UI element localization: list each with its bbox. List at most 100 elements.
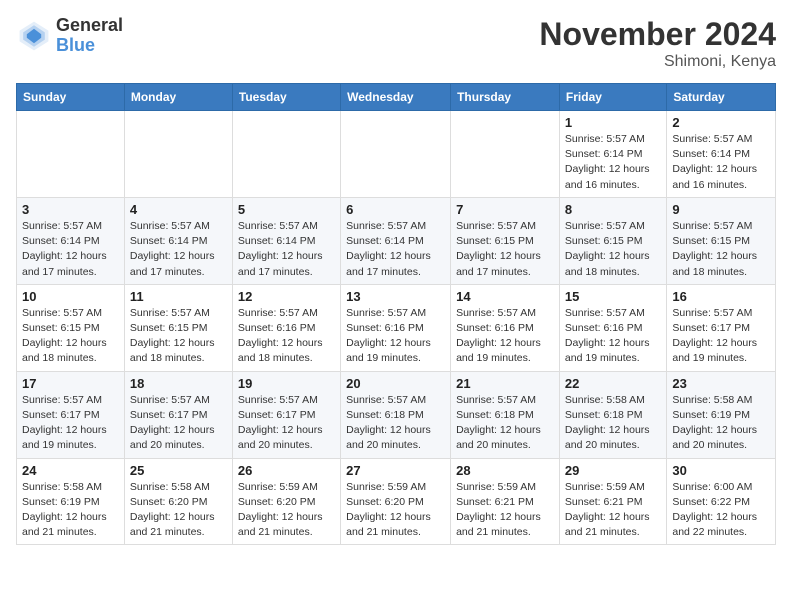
- title-block: November 2024 Shimoni, Kenya: [539, 16, 776, 71]
- day-number: 19: [238, 376, 335, 391]
- day-info: Sunrise: 5:57 AM Sunset: 6:16 PM Dayligh…: [346, 306, 445, 367]
- day-info: Sunrise: 5:57 AM Sunset: 6:14 PM Dayligh…: [130, 219, 227, 280]
- day-info: Sunrise: 5:57 AM Sunset: 6:16 PM Dayligh…: [565, 306, 661, 367]
- calendar-week-row: 1 Sunrise: 5:57 AM Sunset: 6:14 PM Daylig…: [17, 111, 776, 198]
- calendar-cell: 23Sunrise: 5:58 AM Sunset: 6:19 PM Dayli…: [667, 371, 776, 458]
- day-number: 22: [565, 376, 661, 391]
- day-number: 13: [346, 289, 445, 304]
- day-info: Sunrise: 5:57 AM Sunset: 6:15 PM Dayligh…: [130, 306, 227, 367]
- calendar-cell: 11 Sunrise: 5:57 AM Sunset: 6:15 PM Dayli…: [124, 284, 232, 371]
- day-number: 21: [456, 376, 554, 391]
- calendar-header-row: SundayMondayTuesdayWednesdayThursdayFrid…: [17, 84, 776, 111]
- calendar-week-row: 24 Sunrise: 5:58 AM Sunset: 6:19 PM Dayli…: [17, 458, 776, 545]
- calendar-cell: 1 Sunrise: 5:57 AM Sunset: 6:14 PM Daylig…: [559, 111, 666, 198]
- location: Shimoni, Kenya: [539, 53, 776, 71]
- calendar-cell: 27 Sunrise: 5:59 AM Sunset: 6:20 PM Dayli…: [341, 458, 451, 545]
- weekday-header: Monday: [124, 84, 232, 111]
- calendar-cell: 6 Sunrise: 5:57 AM Sunset: 6:14 PM Daylig…: [341, 197, 451, 284]
- day-number: 1: [565, 115, 661, 130]
- calendar-cell: [17, 111, 125, 198]
- calendar-cell: 14 Sunrise: 5:57 AM Sunset: 6:16 PM Dayli…: [451, 284, 560, 371]
- day-info: Sunrise: 5:57 AM Sunset: 6:16 PM Dayligh…: [456, 306, 554, 367]
- logo-general: General: [56, 16, 123, 36]
- calendar-cell: [232, 111, 340, 198]
- day-number: 15: [565, 289, 661, 304]
- day-number: 25: [130, 463, 227, 478]
- calendar-cell: 25 Sunrise: 5:58 AM Sunset: 6:20 PM Dayli…: [124, 458, 232, 545]
- day-info: Sunrise: 5:57 AM Sunset: 6:15 PM Dayligh…: [672, 219, 770, 280]
- logo: General Blue: [16, 16, 123, 56]
- calendar-week-row: 10Sunrise: 5:57 AM Sunset: 6:15 PM Dayli…: [17, 284, 776, 371]
- calendar-cell: 30 Sunrise: 6:00 AM Sunset: 6:22 PM Dayli…: [667, 458, 776, 545]
- day-info: Sunrise: 5:57 AM Sunset: 6:18 PM Dayligh…: [456, 393, 554, 454]
- page-header: General Blue November 2024 Shimoni, Keny…: [16, 16, 776, 71]
- day-number: 8: [565, 202, 661, 217]
- day-info: Sunrise: 5:58 AM Sunset: 6:19 PM Dayligh…: [22, 480, 119, 541]
- calendar-cell: [451, 111, 560, 198]
- calendar-cell: 19 Sunrise: 5:57 AM Sunset: 6:17 PM Dayli…: [232, 371, 340, 458]
- calendar-cell: 21 Sunrise: 5:57 AM Sunset: 6:18 PM Dayli…: [451, 371, 560, 458]
- logo-text: General Blue: [56, 16, 123, 56]
- day-info: Sunrise: 5:57 AM Sunset: 6:14 PM Dayligh…: [565, 132, 661, 193]
- day-number: 7: [456, 202, 554, 217]
- day-info: Sunrise: 5:58 AM Sunset: 6:19 PM Dayligh…: [672, 393, 770, 454]
- calendar-cell: 9Sunrise: 5:57 AM Sunset: 6:15 PM Daylig…: [667, 197, 776, 284]
- calendar-cell: [124, 111, 232, 198]
- weekday-header: Saturday: [667, 84, 776, 111]
- day-number: 30: [672, 463, 770, 478]
- calendar-cell: [341, 111, 451, 198]
- day-number: 14: [456, 289, 554, 304]
- day-number: 2: [672, 115, 770, 130]
- day-info: Sunrise: 5:59 AM Sunset: 6:20 PM Dayligh…: [346, 480, 445, 541]
- day-number: 11: [130, 289, 227, 304]
- logo-blue: Blue: [56, 36, 123, 56]
- day-number: 29: [565, 463, 661, 478]
- day-info: Sunrise: 5:59 AM Sunset: 6:21 PM Dayligh…: [456, 480, 554, 541]
- calendar-cell: 17Sunrise: 5:57 AM Sunset: 6:17 PM Dayli…: [17, 371, 125, 458]
- weekday-header: Friday: [559, 84, 666, 111]
- day-number: 5: [238, 202, 335, 217]
- calendar-cell: 10Sunrise: 5:57 AM Sunset: 6:15 PM Dayli…: [17, 284, 125, 371]
- calendar-cell: 28 Sunrise: 5:59 AM Sunset: 6:21 PM Dayli…: [451, 458, 560, 545]
- day-number: 24: [22, 463, 119, 478]
- day-info: Sunrise: 5:57 AM Sunset: 6:15 PM Dayligh…: [565, 219, 661, 280]
- day-number: 27: [346, 463, 445, 478]
- calendar-cell: 18Sunrise: 5:57 AM Sunset: 6:17 PM Dayli…: [124, 371, 232, 458]
- day-number: 6: [346, 202, 445, 217]
- day-info: Sunrise: 5:57 AM Sunset: 6:15 PM Dayligh…: [22, 306, 119, 367]
- day-info: Sunrise: 5:57 AM Sunset: 6:16 PM Dayligh…: [238, 306, 335, 367]
- calendar-week-row: 3Sunrise: 5:57 AM Sunset: 6:14 PM Daylig…: [17, 197, 776, 284]
- day-number: 16: [672, 289, 770, 304]
- calendar-cell: 13 Sunrise: 5:57 AM Sunset: 6:16 PM Dayli…: [341, 284, 451, 371]
- day-number: 17: [22, 376, 119, 391]
- calendar-cell: 12 Sunrise: 5:57 AM Sunset: 6:16 PM Dayli…: [232, 284, 340, 371]
- calendar-cell: 15 Sunrise: 5:57 AM Sunset: 6:16 PM Dayli…: [559, 284, 666, 371]
- day-number: 20: [346, 376, 445, 391]
- day-info: Sunrise: 5:57 AM Sunset: 6:18 PM Dayligh…: [346, 393, 445, 454]
- day-info: Sunrise: 5:59 AM Sunset: 6:20 PM Dayligh…: [238, 480, 335, 541]
- calendar-table: SundayMondayTuesdayWednesdayThursdayFrid…: [16, 83, 776, 545]
- day-info: Sunrise: 5:59 AM Sunset: 6:21 PM Dayligh…: [565, 480, 661, 541]
- calendar-cell: 7 Sunrise: 5:57 AM Sunset: 6:15 PM Daylig…: [451, 197, 560, 284]
- day-info: Sunrise: 5:57 AM Sunset: 6:15 PM Dayligh…: [456, 219, 554, 280]
- day-info: Sunrise: 5:58 AM Sunset: 6:20 PM Dayligh…: [130, 480, 227, 541]
- calendar-cell: 24 Sunrise: 5:58 AM Sunset: 6:19 PM Dayli…: [17, 458, 125, 545]
- day-number: 28: [456, 463, 554, 478]
- day-info: Sunrise: 5:57 AM Sunset: 6:14 PM Dayligh…: [346, 219, 445, 280]
- calendar-cell: 5Sunrise: 5:57 AM Sunset: 6:14 PM Daylig…: [232, 197, 340, 284]
- calendar-cell: 3Sunrise: 5:57 AM Sunset: 6:14 PM Daylig…: [17, 197, 125, 284]
- calendar-cell: 2Sunrise: 5:57 AM Sunset: 6:14 PM Daylig…: [667, 111, 776, 198]
- logo-icon: [16, 18, 52, 54]
- calendar-cell: 8 Sunrise: 5:57 AM Sunset: 6:15 PM Daylig…: [559, 197, 666, 284]
- day-number: 4: [130, 202, 227, 217]
- calendar-cell: 20 Sunrise: 5:57 AM Sunset: 6:18 PM Dayli…: [341, 371, 451, 458]
- day-info: Sunrise: 5:57 AM Sunset: 6:17 PM Dayligh…: [238, 393, 335, 454]
- calendar-cell: 16Sunrise: 5:57 AM Sunset: 6:17 PM Dayli…: [667, 284, 776, 371]
- day-info: Sunrise: 6:00 AM Sunset: 6:22 PM Dayligh…: [672, 480, 770, 541]
- day-number: 18: [130, 376, 227, 391]
- day-number: 26: [238, 463, 335, 478]
- day-number: 12: [238, 289, 335, 304]
- calendar-week-row: 17 Sunrise: 5:57 AM Sunset: 6:17 PM Dayli…: [17, 371, 776, 458]
- weekday-header: Thursday: [451, 84, 560, 111]
- calendar-cell: 29 Sunrise: 5:59 AM Sunset: 6:21 PM Dayli…: [559, 458, 666, 545]
